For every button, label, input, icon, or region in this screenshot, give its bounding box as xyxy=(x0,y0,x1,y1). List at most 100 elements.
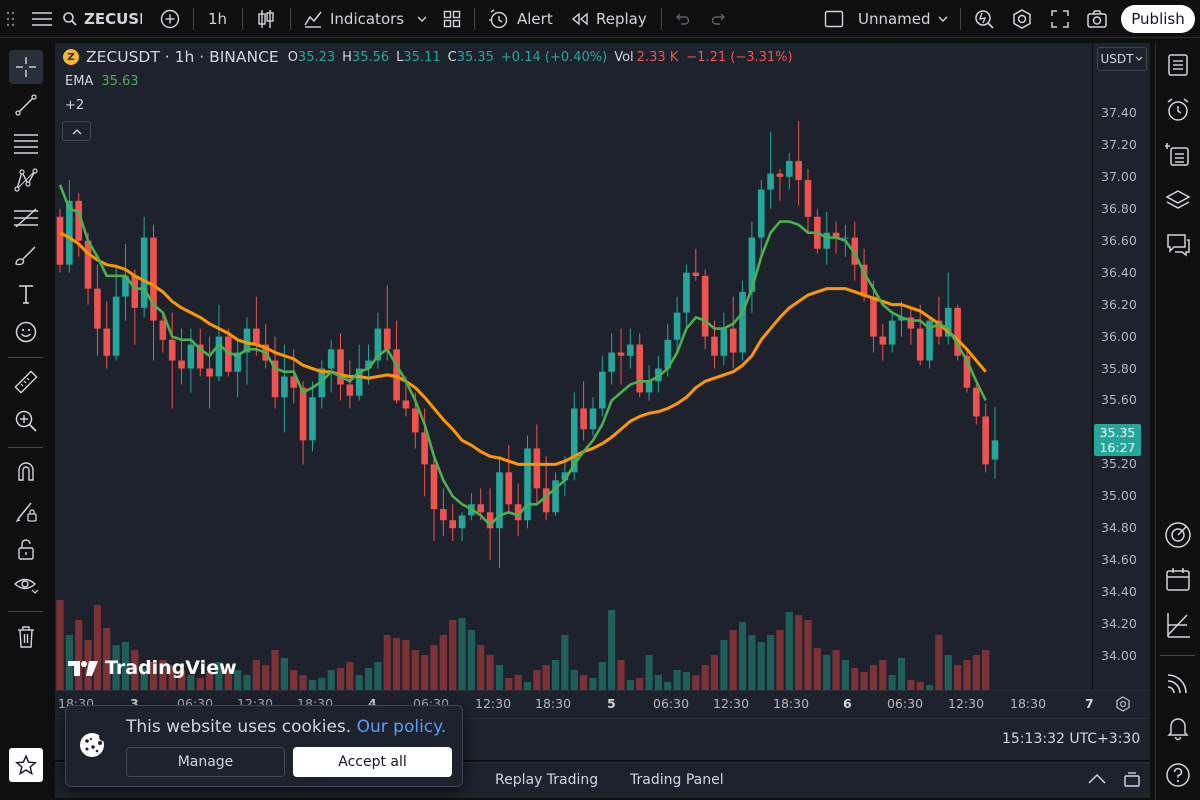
volume-change: −1.21 (−3.31%) xyxy=(686,49,793,65)
price-tick-label: 34.80 xyxy=(1101,520,1137,536)
currency-selector[interactable]: USDT xyxy=(1097,47,1147,71)
candle xyxy=(954,304,961,361)
candle-body xyxy=(673,312,681,340)
alert-button[interactable]: Alert xyxy=(488,0,553,38)
volume-bar xyxy=(738,622,747,690)
symbol-title[interactable]: ZECUSDT · 1h · BINANCE xyxy=(86,48,279,66)
watchlist-icon[interactable] xyxy=(1162,49,1194,81)
candle-body xyxy=(327,349,335,369)
layout-name[interactable]: Unnamed xyxy=(858,0,931,38)
publish-button[interactable]: Publish xyxy=(1121,5,1195,33)
cookie-policy-link[interactable]: Our policy. xyxy=(357,717,447,737)
ruler-icon[interactable] xyxy=(9,365,43,399)
cookie-manage-button[interactable]: Manage xyxy=(126,747,285,777)
object-tree-icon[interactable] xyxy=(1162,139,1194,171)
favorite-star-icon[interactable] xyxy=(9,748,43,782)
collapse-legend-button[interactable] xyxy=(62,121,91,141)
candle-style-icon[interactable] xyxy=(256,0,276,38)
redo-icon[interactable] xyxy=(711,0,727,38)
candle-body xyxy=(692,272,700,276)
text-tool-icon[interactable] xyxy=(9,277,43,311)
signal-streams-icon[interactable] xyxy=(1162,667,1194,699)
more-indicators[interactable]: +2 xyxy=(65,98,84,113)
candle-body xyxy=(346,384,354,396)
interval-selector[interactable]: 1h xyxy=(208,0,227,38)
alerts-clock-icon[interactable] xyxy=(1162,94,1194,126)
candle-body xyxy=(505,472,513,505)
layers-icon[interactable] xyxy=(1162,184,1194,216)
alert-clock-icon xyxy=(489,9,508,29)
candle-body xyxy=(94,288,101,329)
chart-pane[interactable]: TradingView xyxy=(55,43,1092,690)
undo-icon[interactable] xyxy=(674,0,690,38)
calendar-icon[interactable] xyxy=(1162,564,1194,596)
candle xyxy=(991,406,999,479)
crosshair-icon[interactable] xyxy=(9,50,43,84)
candle-body xyxy=(767,173,774,190)
main-menu-icon[interactable] xyxy=(30,0,54,38)
emoji-icon[interactable] xyxy=(9,315,43,349)
chat-icon[interactable] xyxy=(1162,229,1194,261)
target-ideas-icon[interactable] xyxy=(1162,519,1194,551)
tab-trading-panel[interactable]: Trading Panel xyxy=(630,772,724,788)
ema-legend[interactable]: EMA 35.63 xyxy=(65,74,139,89)
price-chart[interactable] xyxy=(55,43,1092,690)
candle-body xyxy=(402,400,410,409)
candle xyxy=(271,336,279,409)
volume-bar xyxy=(972,655,980,690)
unlock-icon[interactable] xyxy=(9,532,43,566)
candle xyxy=(786,152,793,190)
maximize-panel-icon[interactable] xyxy=(1123,771,1141,789)
candle-body xyxy=(159,320,167,340)
notifications-bell-icon[interactable] xyxy=(1162,712,1194,744)
volume-bar xyxy=(243,675,251,690)
volume-bar xyxy=(813,648,821,690)
trash-icon[interactable] xyxy=(9,620,43,654)
fib-retracement-icon[interactable] xyxy=(9,201,43,235)
add-symbol-icon[interactable] xyxy=(160,0,180,38)
settings-gear-icon[interactable] xyxy=(1011,0,1033,38)
volume-bar xyxy=(804,620,812,690)
candle-body xyxy=(215,336,223,377)
candle xyxy=(496,456,503,569)
layout-chevron-down-icon[interactable] xyxy=(937,0,949,38)
time-tick-label: 18:30 xyxy=(1010,696,1047,711)
templates-grid-icon[interactable] xyxy=(443,0,461,38)
screenshot-camera-icon[interactable] xyxy=(1086,0,1108,38)
tab-replay-trading[interactable]: Replay Trading xyxy=(495,772,598,788)
layout-checkbox-icon[interactable] xyxy=(824,0,844,38)
strategy-chart-icon[interactable] xyxy=(1162,609,1194,641)
drag-handle-icon[interactable] xyxy=(6,0,16,38)
chevron-down-icon xyxy=(417,16,427,22)
cookie-accept-button[interactable]: Accept all xyxy=(293,747,452,777)
indicators-button[interactable]: Indicators xyxy=(303,0,428,38)
clock-timezone[interactable]: 15:13:32 UTC+3:30 xyxy=(1002,731,1140,747)
collapse-panel-chevron-up-icon[interactable] xyxy=(1087,773,1107,785)
horizontal-lines-icon[interactable] xyxy=(9,126,43,160)
fullscreen-icon[interactable] xyxy=(1050,0,1070,38)
candle xyxy=(524,435,531,529)
time-tick-label: 18:30 xyxy=(535,696,572,711)
help-question-icon[interactable] xyxy=(1162,759,1194,791)
candle xyxy=(168,312,176,409)
zoom-in-icon[interactable] xyxy=(9,404,43,438)
candle xyxy=(327,339,335,393)
volume-bar xyxy=(907,680,915,690)
chevron-up-icon xyxy=(72,128,81,134)
volume-bar xyxy=(346,662,354,690)
axis-settings-gear-icon[interactable] xyxy=(1115,696,1131,712)
replay-button[interactable]: Replay xyxy=(571,0,647,38)
pattern-tool-icon[interactable] xyxy=(9,163,43,197)
brush-icon[interactable] xyxy=(9,239,43,273)
coin-logo-icon: Z xyxy=(63,49,79,65)
lock-drawings-pencil-icon[interactable] xyxy=(9,494,43,528)
magnet-icon[interactable] xyxy=(9,455,43,489)
visibility-eye-icon[interactable] xyxy=(9,568,43,602)
trend-line-icon[interactable] xyxy=(9,88,43,122)
candle xyxy=(552,472,559,516)
candle xyxy=(795,120,802,206)
symbol-search[interactable]: ZECUSD xyxy=(62,0,142,38)
volume-bar xyxy=(869,665,878,690)
quick-search-icon[interactable] xyxy=(973,0,995,38)
price-axis[interactable]: 37.40 37.20 37.00 36.80 36.60 36.40 36.20 36.00… xyxy=(1093,43,1150,690)
